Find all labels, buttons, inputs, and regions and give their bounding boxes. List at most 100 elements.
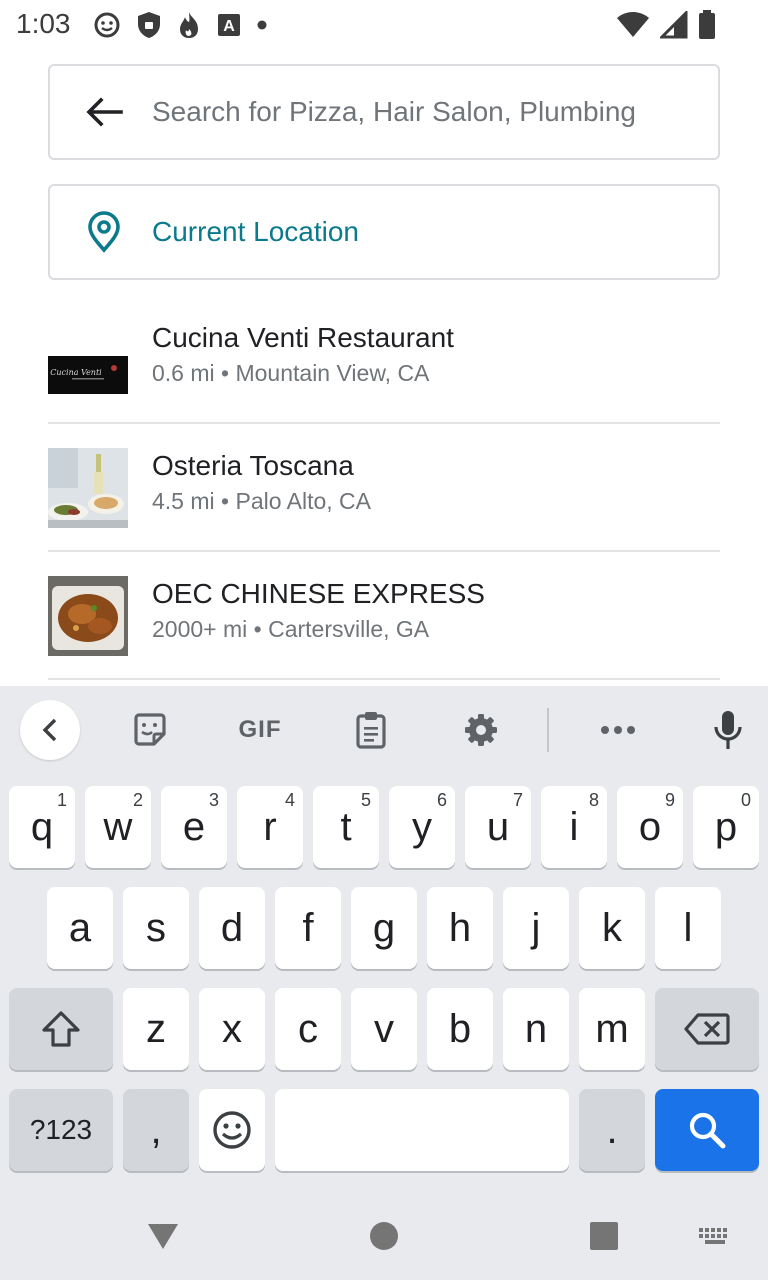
list-item[interactable]: OEC CHINESE EXPRESS 2000+ mi • Cartersvi… bbox=[48, 552, 720, 680]
face-icon bbox=[94, 12, 120, 38]
settings-button[interactable] bbox=[453, 706, 509, 754]
navigation-bar bbox=[0, 1190, 768, 1280]
comma-key[interactable]: , bbox=[123, 1089, 189, 1171]
backspace-icon bbox=[684, 1013, 730, 1045]
key-label: m bbox=[595, 1007, 629, 1051]
key-label: b bbox=[448, 1007, 472, 1051]
key-s[interactable]: s bbox=[123, 887, 189, 969]
result-place: Mountain View, CA bbox=[235, 360, 430, 386]
nav-back-button[interactable] bbox=[139, 1212, 187, 1260]
key-d[interactable]: d bbox=[199, 887, 265, 969]
result-thumbnail: Cucina Venti bbox=[48, 320, 128, 400]
key-c[interactable]: c bbox=[275, 988, 341, 1070]
result-thumbnail bbox=[48, 448, 128, 528]
key-hint: 1 bbox=[56, 790, 67, 810]
key-label: p bbox=[714, 805, 738, 849]
key-g[interactable]: g bbox=[351, 887, 417, 969]
period-key[interactable]: . bbox=[579, 1089, 645, 1171]
result-thumbnail-logo-text: Cucina Venti bbox=[50, 368, 102, 377]
key-i[interactable]: i8 bbox=[541, 786, 607, 868]
key-a[interactable]: a bbox=[47, 887, 113, 969]
keyboard-switch-button[interactable] bbox=[691, 1212, 739, 1260]
voice-input-button[interactable] bbox=[700, 706, 756, 754]
circle-icon bbox=[370, 1222, 398, 1250]
more-button[interactable] bbox=[590, 706, 646, 754]
status-notification-icons: A bbox=[92, 10, 268, 40]
keyboard-collapse-button[interactable] bbox=[20, 700, 80, 760]
result-separator: • bbox=[253, 616, 262, 642]
key-hint: 0 bbox=[740, 790, 751, 810]
key-v[interactable]: v bbox=[351, 988, 417, 1070]
back-button[interactable] bbox=[84, 92, 124, 132]
emoji-key[interactable] bbox=[199, 1089, 265, 1171]
more-icon bbox=[601, 726, 635, 734]
key-f[interactable]: f bbox=[275, 887, 341, 969]
key-r[interactable]: r4 bbox=[237, 786, 303, 868]
flame-icon bbox=[180, 12, 198, 38]
result-thumbnail bbox=[48, 576, 128, 656]
result-name: Osteria Toscana bbox=[152, 450, 354, 481]
key-o[interactable]: o9 bbox=[617, 786, 683, 868]
key-label: g bbox=[372, 906, 396, 950]
key-n[interactable]: n bbox=[503, 988, 569, 1070]
current-location-label: Current Location bbox=[152, 216, 360, 247]
sticker-button[interactable] bbox=[122, 706, 178, 754]
emoji-icon bbox=[213, 1111, 251, 1149]
gif-icon: GIF bbox=[238, 716, 282, 743]
key-label: w bbox=[103, 805, 133, 849]
key-k[interactable]: k bbox=[579, 887, 645, 969]
list-item[interactable]: Cucina Venti Cucina Venti Restaurant 0.6… bbox=[48, 296, 720, 424]
key-label: s bbox=[146, 906, 166, 950]
result-place: Cartersville, GA bbox=[268, 616, 430, 642]
key-label: h bbox=[448, 906, 472, 950]
key-m[interactable]: m bbox=[579, 988, 645, 1070]
backspace-key[interactable] bbox=[655, 988, 759, 1070]
key-label: u bbox=[486, 805, 510, 849]
current-location-button[interactable]: Current Location bbox=[48, 184, 720, 280]
key-hint: 7 bbox=[512, 790, 523, 810]
result-name: OEC CHINESE EXPRESS bbox=[152, 578, 485, 609]
key-t[interactable]: t5 bbox=[313, 786, 379, 868]
cell-signal-icon bbox=[660, 11, 688, 39]
key-u[interactable]: u7 bbox=[465, 786, 531, 868]
search-icon bbox=[689, 1112, 726, 1149]
key-label: o bbox=[638, 805, 662, 849]
key-hint: 6 bbox=[436, 790, 447, 810]
key-l[interactable]: l bbox=[655, 887, 721, 969]
key-q[interactable]: q1 bbox=[9, 786, 75, 868]
key-label: z bbox=[146, 1007, 166, 1051]
key-p[interactable]: p0 bbox=[693, 786, 759, 868]
symbols-key[interactable]: ?123 bbox=[9, 1089, 113, 1171]
list-item[interactable]: Osteria Toscana 4.5 mi • Palo Alto, CA bbox=[48, 424, 720, 552]
nav-recents-button[interactable] bbox=[580, 1212, 628, 1260]
nav-home-button[interactable] bbox=[360, 1212, 408, 1260]
result-distance: 0.6 mi bbox=[152, 360, 215, 386]
search-action-key[interactable] bbox=[655, 1089, 759, 1171]
wifi-icon bbox=[617, 12, 649, 37]
key-z[interactable]: z bbox=[123, 988, 189, 1070]
clipboard-button[interactable] bbox=[343, 706, 399, 754]
key-label: e bbox=[182, 805, 206, 849]
key-label: k bbox=[602, 906, 622, 950]
key-label: c bbox=[298, 1007, 318, 1051]
shift-icon bbox=[42, 1011, 80, 1047]
key-x[interactable]: x bbox=[199, 988, 265, 1070]
battery-icon bbox=[699, 10, 715, 39]
symbols-key-label: ?123 bbox=[29, 1114, 93, 1145]
key-w[interactable]: w2 bbox=[85, 786, 151, 868]
search-input[interactable] bbox=[152, 92, 692, 132]
shift-key[interactable] bbox=[9, 988, 113, 1070]
key-h[interactable]: h bbox=[427, 887, 493, 969]
key-hint: 9 bbox=[664, 790, 675, 810]
key-label: j bbox=[531, 906, 541, 950]
space-key[interactable] bbox=[275, 1089, 569, 1171]
period-key-label: . bbox=[606, 1108, 618, 1152]
key-label: f bbox=[302, 906, 314, 950]
key-e[interactable]: e3 bbox=[161, 786, 227, 868]
key-y[interactable]: y6 bbox=[389, 786, 455, 868]
key-b[interactable]: b bbox=[427, 988, 493, 1070]
key-j[interactable]: j bbox=[503, 887, 569, 969]
result-distance: 4.5 mi bbox=[152, 488, 215, 514]
gif-button[interactable]: GIF bbox=[232, 706, 288, 754]
keyboard-icon bbox=[699, 1228, 727, 1244]
